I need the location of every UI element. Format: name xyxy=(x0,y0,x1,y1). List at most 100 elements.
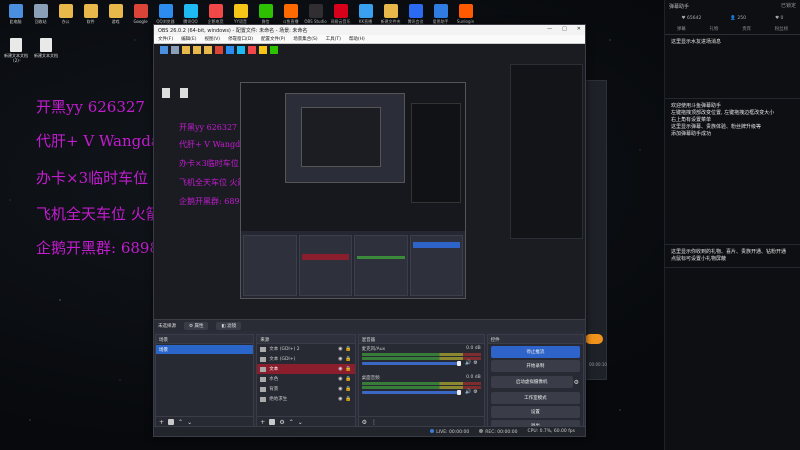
obs-preview-canvas[interactable]: 开黑yy 626327 代肝+ V Wangdao-7788 办卡×3临时车位 … xyxy=(154,44,585,319)
remove-source-button[interactable] xyxy=(269,419,276,425)
desktop-file-2[interactable]: 新建文本文档 xyxy=(32,38,60,58)
minimize-button[interactable]: — xyxy=(547,26,552,32)
app-icon xyxy=(333,4,348,18)
text-file-icon xyxy=(10,38,22,52)
desktop-app-icon[interactable]: 回收站 xyxy=(29,2,52,32)
mixer-header: 混音器 xyxy=(358,335,484,344)
menu-edit[interactable]: 编辑(E) xyxy=(181,36,196,42)
virtual-camera-gear-icon[interactable]: ⚙ xyxy=(574,379,579,386)
menu-tools[interactable]: 工具(T) xyxy=(326,36,341,42)
app-icon xyxy=(383,4,398,18)
desktop-app-icon[interactable]: 游戏 xyxy=(104,2,127,32)
filters-button[interactable]: ◧ 滤镜 xyxy=(216,321,242,330)
cpu-status: CPU: 0.7%, 60.00 fps xyxy=(527,429,576,434)
source-item-text-gdi[interactable]: 文本 (GDI+) ◉ 🔒 xyxy=(257,354,354,364)
start-recording-button[interactable]: 开始录制 xyxy=(490,360,580,372)
speaker-icon[interactable]: 🔊 ⚙ xyxy=(465,389,477,395)
visibility-eye-icon[interactable]: ◉ xyxy=(338,396,342,402)
obs-titlebar[interactable]: OBS 26.0.2 (64-bit, windows) - 配置文件: 未命名… xyxy=(154,25,585,35)
menu-profile[interactable]: 配置文件(P) xyxy=(261,36,285,42)
desktop-app-icon[interactable]: 软件 xyxy=(79,2,102,32)
studio-mode-button[interactable]: 工作室模式 xyxy=(490,392,580,404)
settings-button[interactable]: 设置 xyxy=(490,406,580,418)
stat-viewers: 👤 250 xyxy=(730,16,747,21)
desktop-app-icon[interactable]: 办公 xyxy=(54,2,77,32)
tab-fans[interactable]: 粉丝榜 xyxy=(775,26,789,32)
close-button[interactable]: ✕ xyxy=(577,26,581,32)
lock-icon[interactable]: 🔒 xyxy=(345,396,351,402)
add-source-button[interactable]: + xyxy=(260,419,265,426)
scene-item[interactable]: 场景 xyxy=(156,345,254,354)
properties-button[interactable]: ⚙ 属性 xyxy=(184,321,209,330)
volume-meter xyxy=(361,357,481,360)
app-icon xyxy=(58,4,73,18)
mixer-channel-desktop: 桌面音频 0.0 dB 🔊 ⚙ xyxy=(359,373,484,396)
maximize-button[interactable]: □ xyxy=(562,26,567,32)
mixer-settings-gear-icon[interactable]: ⚙ xyxy=(362,419,367,426)
visibility-eye-icon[interactable]: ◉ xyxy=(338,366,342,372)
panel-lock-button[interactable]: 已锁定 xyxy=(781,2,796,9)
danmu-assistant-panel: 弹幕助手 已锁定 ♥ 65642 👤 250 ♥ 0 弹幕 礼物 贵宾 粉丝榜 … xyxy=(664,0,800,450)
channel-db: 0.0 dB xyxy=(466,346,481,351)
nested-preview-docks xyxy=(241,233,465,298)
visibility-eye-icon[interactable]: ◉ xyxy=(338,346,342,352)
tab-vip[interactable]: 贵宾 xyxy=(742,26,751,32)
source-toolbar: 未选择源 ⚙ 属性 ◧ 滤镜 xyxy=(154,319,585,331)
no-source-label: 未选择源 xyxy=(158,323,176,329)
stat-hot: ♥ 65642 xyxy=(681,16,702,21)
source-settings-gear-icon[interactable]: ⚙ xyxy=(279,419,284,426)
desktop-file-1[interactable]: 新建文本文档 (2) xyxy=(2,38,30,63)
source-item-background[interactable]: 背景 ◉ 🔒 xyxy=(257,384,354,394)
source-item-pubg[interactable]: 绝地求生 ◉ 🔒 xyxy=(257,394,354,404)
gift-messages-section: 这里显示你收到的礼物、喜片、贵族开通、钻粉开通 点鼠标可设置小礼物屏蔽 xyxy=(665,245,800,268)
mixer-channel-mic: 麦克风/Aux 0.0 dB 🔊 ⚙ xyxy=(359,344,484,367)
add-scene-button[interactable]: + xyxy=(159,419,164,426)
lock-icon[interactable]: 🔒 xyxy=(345,346,351,352)
source-down-button[interactable]: ⌄ xyxy=(298,419,303,426)
lock-icon[interactable]: 🔒 xyxy=(345,386,351,392)
menu-file[interactable]: 文件(F) xyxy=(158,36,173,42)
menu-docks[interactable]: 停靠窗口(D) xyxy=(228,36,253,42)
app-icon xyxy=(283,4,298,18)
menu-scene-collection[interactable]: 场景集合(S) xyxy=(293,36,317,42)
background-orange-button[interactable] xyxy=(585,334,603,344)
preview-overlay-line-1: 开黑yy 626327 xyxy=(179,123,238,132)
menu-help[interactable]: 帮助(H) xyxy=(349,36,365,42)
visibility-eye-icon[interactable]: ◉ xyxy=(338,356,342,362)
source-up-button[interactable]: ⌃ xyxy=(289,419,294,426)
desktop-app-icon[interactable]: Google xyxy=(129,2,152,32)
lock-icon[interactable]: 🔒 xyxy=(345,356,351,362)
desktop-app-icon[interactable]: 此电脑 xyxy=(4,2,27,32)
obs-title-text: OBS 26.0.2 (64-bit, windows) - 配置文件: 未命名… xyxy=(158,27,308,34)
volume-slider[interactable] xyxy=(361,390,462,395)
start-virtual-camera-button[interactable]: 启动虚拟摄像机 xyxy=(490,376,573,388)
nested-preview-canvas xyxy=(241,83,465,231)
mixer-menu-icon[interactable]: ⋮ xyxy=(371,419,377,426)
source-item-watercolor[interactable]: 水色 ◉ 🔒 xyxy=(257,374,354,384)
remove-scene-button[interactable] xyxy=(168,419,175,425)
app-icon xyxy=(308,4,323,18)
speaker-icon[interactable]: 🔊 ⚙ xyxy=(465,360,477,366)
stop-streaming-button[interactable]: 停止推流 xyxy=(490,346,580,358)
lock-icon[interactable]: 🔒 xyxy=(345,366,351,372)
obs-window: OBS 26.0.2 (64-bit, windows) - 配置文件: 未命名… xyxy=(153,24,586,437)
scene-down-button[interactable]: ⌄ xyxy=(187,419,192,426)
source-item-text[interactable]: 文本 ◉ 🔒 xyxy=(257,364,355,374)
volume-slider[interactable] xyxy=(361,361,462,366)
nested-obs-preview xyxy=(240,82,466,299)
lock-icon[interactable]: 🔒 xyxy=(345,376,351,382)
tab-gifts[interactable]: 礼物 xyxy=(709,26,718,32)
controls-header: 控件 xyxy=(487,335,583,344)
visibility-eye-icon[interactable]: ◉ xyxy=(338,386,342,392)
tab-danmu[interactable]: 弹幕 xyxy=(677,26,686,32)
overlay-line-3: 办卡×3临时车位 xyxy=(36,169,149,187)
source-item-text-gdi-2[interactable]: 文本 (GDI+) 2 ◉ 🔒 xyxy=(257,344,354,354)
menu-view[interactable]: 视图(V) xyxy=(204,36,220,42)
visibility-eye-icon[interactable]: ◉ xyxy=(338,376,342,382)
scene-up-button[interactable]: ⌃ xyxy=(178,419,183,426)
app-icon xyxy=(208,4,223,18)
obs-docks: 场景 场景 + ⌃ ⌄ 来源 文本 (GDI+) 2 ◉ 🔒 文本 (GDI+)… xyxy=(154,332,585,432)
channel-db: 0.0 dB xyxy=(466,375,481,380)
preview-overlay-line-3: 办卡×3临时车位 xyxy=(179,159,239,168)
channel-name: 桌面音频 xyxy=(361,376,380,381)
